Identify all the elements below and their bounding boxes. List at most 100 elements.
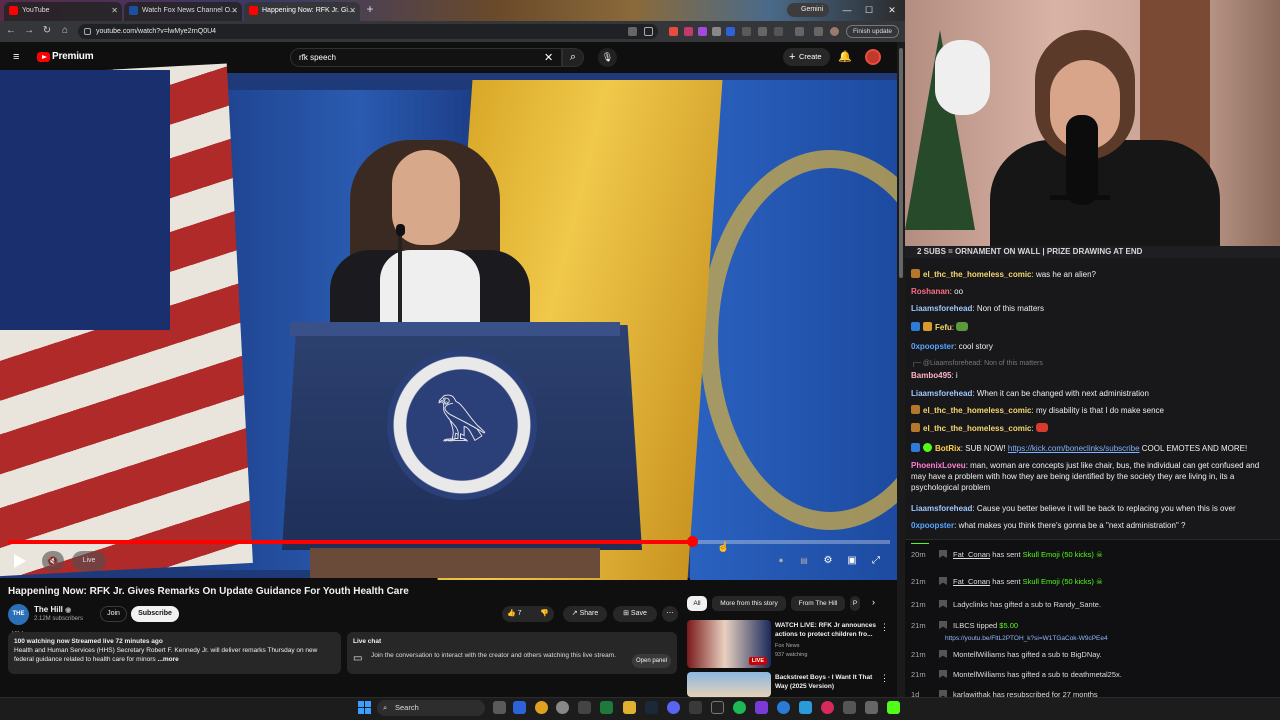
browser-tab-fox-news[interactable]: Watch Fox News Channel O... ✕ [124,2,242,21]
youtube-logo-text[interactable]: Premium [52,51,94,62]
event-user[interactable]: Ladyclinks [953,600,988,609]
settings-gear-icon[interactable]: ⚙ [820,553,836,569]
new-tab-button[interactable]: + [363,3,377,17]
youtube-logo-icon[interactable] [37,52,50,62]
chip-more[interactable]: P [850,596,860,611]
clear-search-icon[interactable]: ✕ [544,51,553,64]
channel-avatar[interactable]: THE HILL [8,604,29,638]
chat-username[interactable]: Liaamsforehead [911,304,972,313]
chat-username[interactable]: el_thc_the_homeless_comic [923,406,1032,415]
chat-username[interactable]: 0xpoopster [911,521,954,530]
spotify-icon[interactable] [733,701,746,714]
minimize-icon[interactable]: — [838,2,856,18]
menu-icon[interactable]: ≡ [13,51,24,63]
chat-username[interactable]: 0xpoopster [911,342,954,351]
copilot-icon[interactable] [513,701,526,714]
channel-name[interactable]: The Hill ◉ [34,605,71,614]
close-tab-icon[interactable]: ✕ [231,2,238,19]
task-view-icon[interactable] [493,701,506,714]
recommendation-title[interactable]: Backstreet Boys - I Want It That Way (20… [775,673,880,691]
more-actions-icon[interactable]: ⋯ [662,606,678,622]
scrollbar-thumb[interactable] [899,48,903,278]
close-tab-icon[interactable]: ✕ [111,2,118,19]
event-user[interactable]: MontellWilliams [953,650,1005,659]
autoplay-toggle-icon[interactable]: ⏺ [773,553,789,569]
account-avatar[interactable] [865,49,881,65]
url-field[interactable]: youtube.com/watch?v=lwMye2rnQ0U4 [78,24,658,39]
back-icon[interactable]: ← [4,24,18,38]
share-button[interactable]: ↗ Share [563,606,607,622]
chrome-icon[interactable] [535,701,548,714]
miniplayer-icon[interactable]: ▣ [844,553,860,569]
app-icon[interactable] [799,701,812,714]
app-icon[interactable] [755,701,768,714]
search-button[interactable]: ⌕ [562,48,584,67]
finish-update-button[interactable]: Finish update [846,25,900,38]
open-panel-button[interactable]: Open panel [632,654,672,668]
chip-all[interactable]: All [687,596,707,611]
more-vert-icon[interactable]: ⋮ [880,622,889,633]
chat-username[interactable]: el_thc_the_homeless_comic [923,424,1032,433]
app-icon[interactable] [865,701,878,714]
chat-username[interactable]: Bambo495 [911,371,951,380]
create-button[interactable]: + Create [783,48,830,66]
cast-icon[interactable] [628,27,637,36]
description-box[interactable]: 100 watching now Streamed live 72 minute… [8,632,341,674]
app-icon[interactable] [843,701,856,714]
taskbar-search[interactable]: ⌕ Search [377,700,485,716]
close-window-icon[interactable]: ✕ [883,2,901,18]
event-link[interactable]: https://youtu.be/FltL2PTOH_k?si=W1TGaCok… [945,635,1108,642]
event-user[interactable]: Fat_Conan [953,577,990,586]
chat-link[interactable]: https://kick.com/boneclinks/subscribe [1008,444,1140,453]
dislike-icon[interactable]: 👎 [540,606,549,622]
bookmark-star-icon[interactable] [644,27,653,36]
site-info-icon[interactable] [84,28,91,35]
steam-icon[interactable] [645,701,658,714]
gemini-button[interactable]: Gemini [787,3,830,17]
app-icon[interactable] [821,701,834,714]
file-explorer-icon[interactable] [623,701,636,714]
mute-icon[interactable]: 🔇 [42,551,64,571]
extension-icon[interactable] [814,27,823,36]
scrubber-handle[interactable] [686,536,698,547]
recommendation-thumbnail[interactable] [687,672,771,697]
chat-username[interactable]: el_thc_the_homeless_comic [923,270,1032,279]
home-icon[interactable]: ⌂ [58,24,72,38]
fullscreen-icon[interactable]: ⤢ [868,553,884,569]
download-icon[interactable] [795,27,804,36]
chip-more-from-story[interactable]: More from this story [712,596,786,611]
app-icon[interactable] [777,701,790,714]
chat-username[interactable]: Liaamsforehead [911,389,972,398]
recommendation-channel[interactable]: Fox News [775,642,799,650]
event-user[interactable]: MontellWilliams [953,670,1005,679]
windows-start-icon[interactable] [358,701,372,715]
chat-username[interactable]: BotRix [935,444,961,453]
kick-icon[interactable] [887,701,900,714]
event-target[interactable]: Randy_Sante. [1054,600,1102,609]
app-icon[interactable] [556,701,569,714]
event-target[interactable]: deathmetal25x. [1071,670,1122,679]
forward-icon[interactable]: → [22,24,36,38]
event-user[interactable]: ILBCS [953,621,975,630]
chips-next-icon[interactable]: › [872,597,875,607]
extension-icon[interactable] [698,27,707,36]
discord-icon[interactable] [667,701,680,714]
recommendation-thumbnail[interactable]: LIVE [687,620,771,668]
extension-icon[interactable] [684,27,693,36]
chat-username[interactable]: Fefu [935,323,952,332]
show-more-link[interactable]: ...more [157,656,178,663]
extension-icon[interactable] [669,27,678,36]
chip-from-the-hill[interactable]: From The Hill [791,596,845,611]
subscribe-button[interactable]: Subscribe [131,606,179,622]
recommendation-title[interactable]: WATCH LIVE: RFK Jr announces actions to … [775,621,880,639]
profile-avatar[interactable] [830,27,839,36]
event-target[interactable]: BigDNay. [1071,650,1102,659]
play-icon[interactable] [14,554,26,568]
close-tab-icon[interactable]: ✕ [349,2,356,19]
chat-username[interactable]: Liaamsforehead [911,504,972,513]
browser-tab-youtube[interactable]: YouTube ✕ [4,2,122,21]
join-button[interactable]: Join [100,606,127,622]
chat-username[interactable]: PhoenixLoveu [911,461,966,470]
app-icon[interactable] [578,701,591,714]
search-input[interactable]: rfk speech [290,48,562,67]
